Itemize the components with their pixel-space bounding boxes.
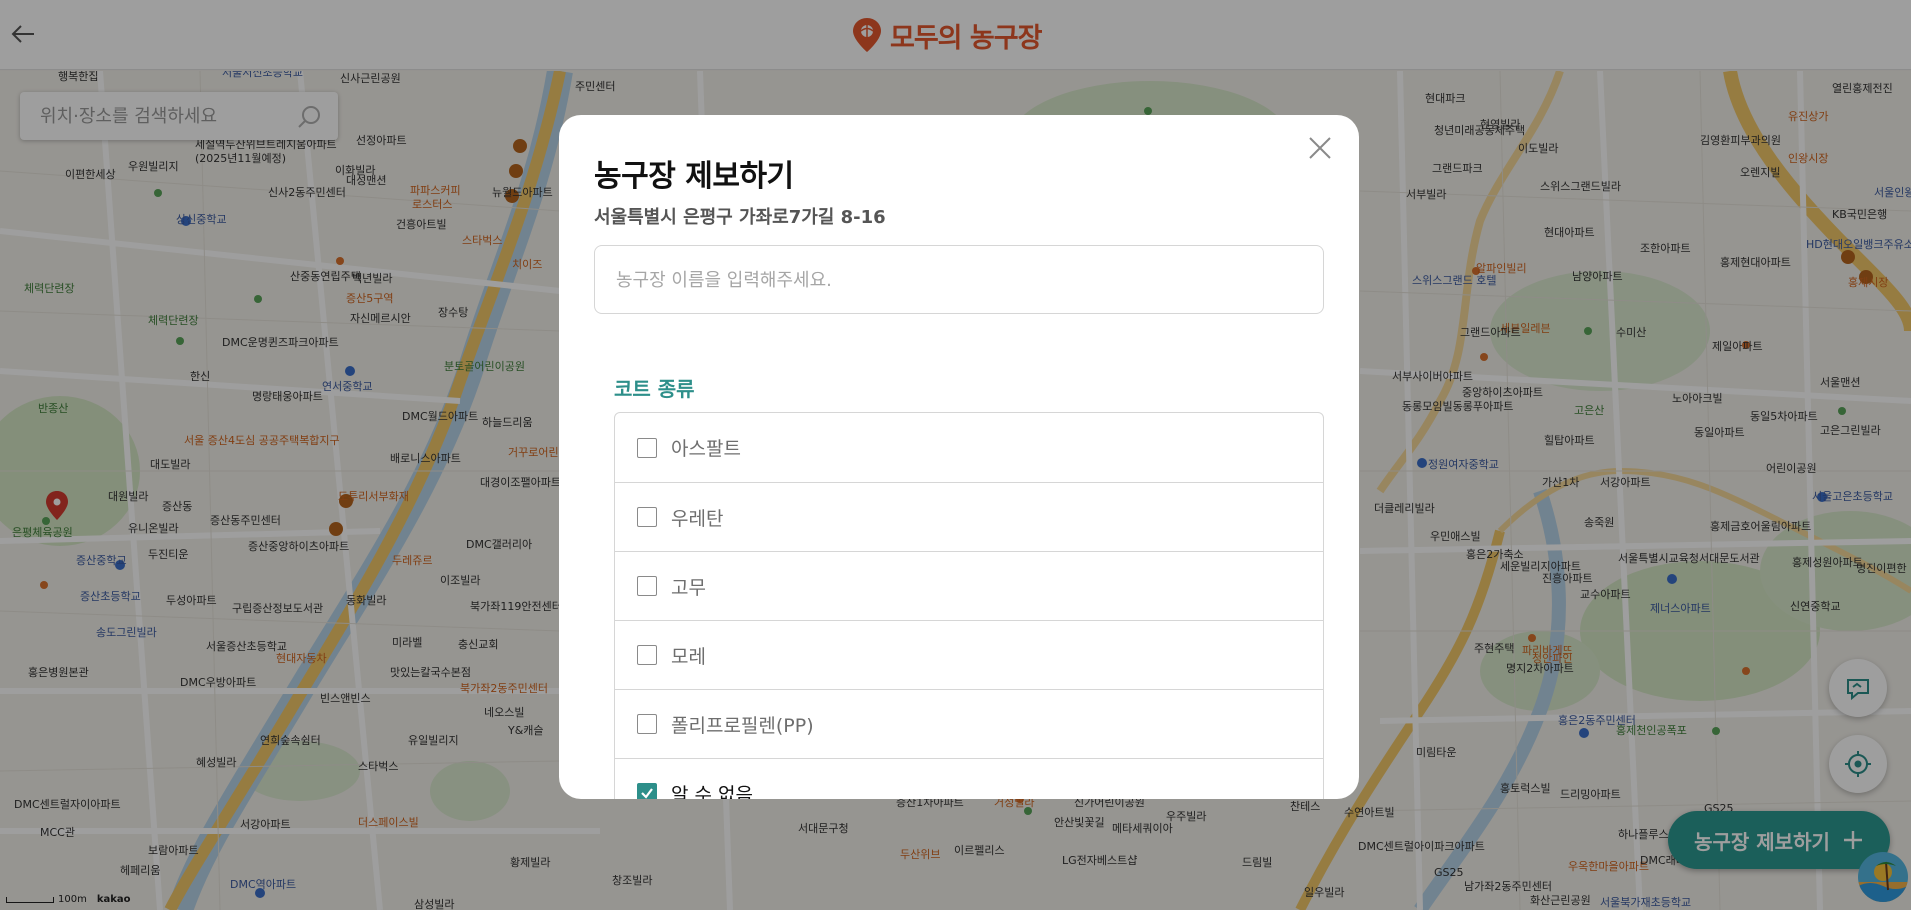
- court-type-option-unknown[interactable]: 알 수 없음: [615, 758, 1323, 799]
- court-type-section-label: 코트 종류: [614, 377, 695, 401]
- checkbox[interactable]: [637, 645, 657, 665]
- court-name-input[interactable]: [616, 266, 1296, 294]
- court-type-option-pp[interactable]: 폴리프로필렌(PP): [615, 689, 1323, 758]
- option-label: 우레탄: [671, 507, 724, 530]
- checkmark-icon: [641, 788, 653, 799]
- option-label: 알 수 없음: [671, 783, 753, 800]
- court-type-option-sand[interactable]: 모레: [615, 620, 1323, 689]
- option-label: 폴리프로필렌(PP): [671, 714, 814, 737]
- checkbox[interactable]: [637, 507, 657, 527]
- option-label: 아스팔트: [671, 438, 741, 460]
- checkbox[interactable]: [637, 437, 657, 458]
- court-address: 서울특별시 은평구 가좌로7가길 8-16: [594, 207, 886, 228]
- option-label: 모레: [671, 645, 706, 668]
- checkbox[interactable]: [637, 714, 657, 734]
- checkbox-checked[interactable]: [637, 783, 657, 799]
- court-type-options: 아스팔트 우레탄 고무 모레 폴리프로필렌(PP) 알 수 없음: [614, 412, 1324, 799]
- checkbox[interactable]: [637, 576, 657, 596]
- option-label: 고무: [671, 576, 706, 599]
- close-icon[interactable]: [1303, 131, 1337, 165]
- court-type-option-urethane[interactable]: 우레탄: [615, 482, 1323, 551]
- report-court-modal: 농구장 제보하기 서울특별시 은평구 가좌로7가길 8-16 코트 종류 아스팔…: [559, 115, 1359, 799]
- modal-title: 농구장 제보하기: [594, 159, 794, 194]
- court-type-option-rubber[interactable]: 고무: [615, 551, 1323, 620]
- court-type-option-asphalt[interactable]: 아스팔트: [615, 413, 1323, 482]
- court-name-field: [594, 245, 1324, 314]
